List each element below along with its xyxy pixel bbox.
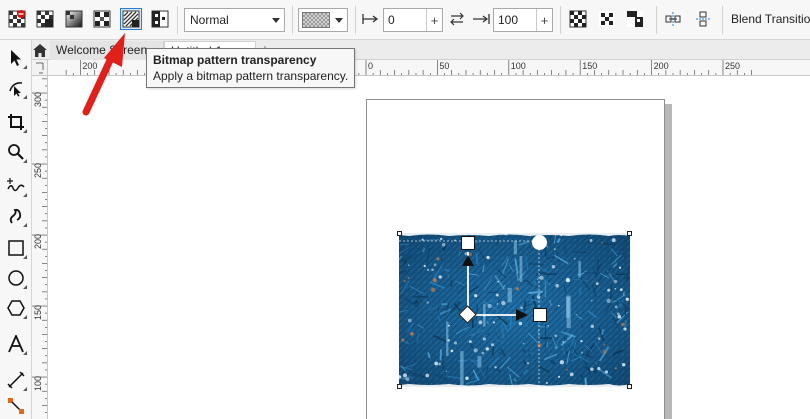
pattern-swatch-icon bbox=[302, 12, 330, 28]
selection-handle[interactable] bbox=[627, 231, 632, 236]
tile-pattern-icon[interactable] bbox=[624, 8, 646, 30]
text-tool-icon[interactable] bbox=[4, 332, 28, 356]
ruler-label: 150 bbox=[33, 305, 43, 320]
blend-transition-label[interactable]: Blend Transitio bbox=[731, 12, 810, 26]
tooltip-body: Apply a bitmap pattern transparency. bbox=[153, 69, 349, 83]
mirror-vertical-icon[interactable] bbox=[596, 8, 618, 30]
fountain-transparency-icon[interactable] bbox=[63, 8, 85, 30]
start-transparency-field[interactable]: 0 + bbox=[383, 8, 443, 32]
tooltip-title: Bitmap pattern transparency bbox=[153, 53, 317, 67]
transparency-horizontal-handle[interactable] bbox=[533, 308, 547, 322]
selection-handle[interactable] bbox=[397, 384, 402, 389]
merge-mode-value: Normal bbox=[190, 13, 229, 27]
chevron-down-icon bbox=[268, 17, 284, 23]
copy-transparency-icon[interactable] bbox=[662, 8, 684, 30]
ruler-label: 200 bbox=[654, 61, 669, 71]
dimension-tool-icon[interactable] bbox=[4, 368, 28, 392]
end-transparency-icon bbox=[471, 8, 491, 30]
swap-transparency-icon[interactable] bbox=[448, 8, 466, 30]
end-transparency-field[interactable]: 100 + bbox=[493, 8, 553, 32]
transparency-handles[interactable] bbox=[399, 233, 630, 387]
transparency-vertical-handle[interactable] bbox=[461, 236, 475, 250]
ruler-label: 100 bbox=[33, 376, 43, 391]
shape-tool-icon[interactable] bbox=[4, 76, 28, 100]
spin-plus-icon[interactable]: + bbox=[426, 9, 442, 31]
ruler-label: 200 bbox=[33, 234, 43, 249]
mirror-horizontal-icon[interactable] bbox=[567, 8, 589, 30]
vertical-ruler-ticks: 300 250 200 150 100 bbox=[32, 78, 47, 413]
end-transparency-value: 100 bbox=[498, 13, 519, 27]
artistic-media-tool-icon[interactable] bbox=[4, 204, 28, 228]
ruler-label: 300 bbox=[33, 92, 43, 107]
separator bbox=[656, 6, 657, 34]
separator bbox=[292, 6, 293, 34]
zoom-tool-icon[interactable] bbox=[4, 140, 28, 164]
tooltip: Bitmap pattern transparency Apply a bitm… bbox=[146, 48, 355, 88]
merge-mode-dropdown[interactable]: Normal bbox=[184, 8, 285, 32]
bitmap-pattern-transparency-icon[interactable] bbox=[120, 8, 142, 30]
ruler-label: 250 bbox=[725, 61, 740, 71]
spin-plus-icon[interactable]: + bbox=[536, 9, 552, 31]
crop-tool-icon[interactable] bbox=[4, 110, 28, 134]
start-transparency-value: 0 bbox=[388, 13, 395, 27]
chevron-down-icon bbox=[331, 17, 347, 23]
pattern-picker[interactable] bbox=[298, 8, 348, 32]
separator bbox=[722, 6, 723, 34]
two-color-pattern-transparency-icon[interactable] bbox=[149, 8, 171, 30]
selection-handle[interactable] bbox=[627, 384, 632, 389]
drawing-canvas[interactable] bbox=[48, 76, 810, 419]
ruler-label: 0 bbox=[368, 61, 373, 71]
rectangle-tool-icon[interactable] bbox=[4, 236, 28, 260]
connector-tool-icon[interactable] bbox=[4, 394, 28, 418]
ruler-label: 50 bbox=[439, 61, 449, 71]
start-transparency-icon bbox=[361, 8, 381, 30]
transparency-rotation-handle[interactable] bbox=[532, 235, 547, 250]
home-icon[interactable] bbox=[32, 42, 48, 58]
ellipse-tool-icon[interactable] bbox=[4, 266, 28, 290]
pick-tool-icon[interactable] bbox=[4, 46, 28, 70]
vector-pattern-transparency-icon[interactable] bbox=[91, 8, 113, 30]
uniform-transparency-icon[interactable] bbox=[34, 8, 56, 30]
vertical-ruler[interactable]: 300 250 200 150 100 bbox=[32, 76, 48, 419]
polygon-tool-icon[interactable] bbox=[4, 296, 28, 320]
ruler-label: 100 bbox=[511, 61, 526, 71]
ruler-origin[interactable] bbox=[32, 60, 48, 76]
separator bbox=[560, 6, 561, 34]
ruler-label: 250 bbox=[33, 163, 43, 178]
separator bbox=[177, 6, 178, 34]
bitmap-image[interactable] bbox=[399, 233, 630, 387]
selection-handle[interactable] bbox=[397, 231, 402, 236]
edit-transparency-icon[interactable] bbox=[692, 8, 714, 30]
separator bbox=[355, 6, 356, 34]
toolbox bbox=[0, 40, 32, 419]
annotation-arrow-icon bbox=[82, 33, 125, 116]
no-transparency-icon[interactable] bbox=[6, 8, 28, 30]
ruler-label: 150 bbox=[582, 61, 597, 71]
freehand-tool-icon[interactable] bbox=[4, 174, 28, 198]
